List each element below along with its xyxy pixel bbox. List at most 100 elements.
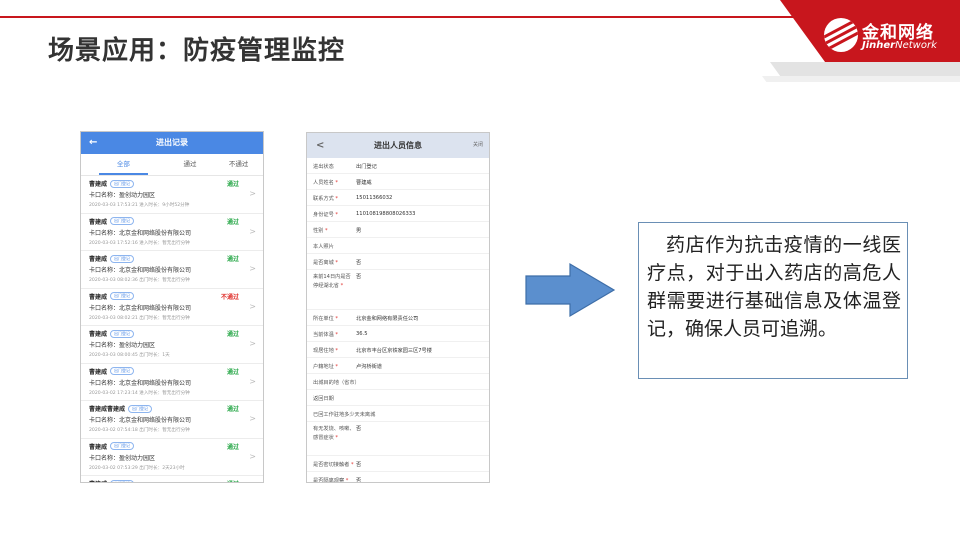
logo-globe-icon [824, 18, 858, 52]
info-header: < 进出人员信息 关闭 [307, 133, 489, 158]
record-meta: 2020-03-03 08:00:45 出门时长：1天 [89, 353, 170, 358]
chevron-right-icon: > [249, 451, 256, 461]
chevron-right-icon: > [249, 264, 256, 273]
record-row[interactable]: 曹建威出门登记通过> [81, 476, 263, 482]
required-mark: * [333, 180, 339, 186]
record-row[interactable]: 曹建威曹建威 出门登记 通过 卡口名称：北京金和网络股份有限公司 2020-03-02 … [81, 401, 263, 439]
field-value[interactable]: 36.5 [356, 331, 368, 337]
info-field-row: 身份证号 * 110108198808026333 [307, 206, 489, 222]
record-checkpoint: 卡口名称：北京金和网络股份有限公司 [89, 417, 192, 424]
info-field-row: 当前体温 * 36.5 [307, 326, 489, 342]
info-field-row: 有无发烧、咳嗽、感冒症状 * 否 [307, 422, 489, 456]
field-value[interactable]: 否 [356, 425, 361, 432]
slide-title: 场景应用：防疫管理监控 [48, 36, 346, 66]
record-row[interactable]: 曹建威 出门登记 通过 卡口名称：盈创动力园区 2020-03-03 17:53:21 … [81, 176, 263, 214]
record-row[interactable]: 曹建威 出门登记 通过 卡口名称：盈创动力园区 2020-03-03 08:00:45 … [81, 326, 263, 364]
record-row[interactable]: 曹建威 出门登记 通过 卡口名称：北京金和网络股份有限公司 2020-03-03 17:… [81, 214, 263, 251]
field-label: 当前体温 * [313, 332, 339, 338]
field-value[interactable]: 北京市丰台区京铁家园三区7号楼 [356, 347, 432, 354]
field-label: 出城目的地（省市） [313, 380, 360, 386]
record-status: 通过 [226, 218, 239, 226]
field-label: 现居住地 * [313, 348, 339, 354]
record-status: 不通过 [220, 293, 239, 301]
info-form: 进出状态 出门登记人员姓名 * 曹建威联系方式 * 15011366032 身份证号 *… [307, 158, 489, 483]
field-label: 返回日期 [313, 396, 334, 402]
field-value[interactable]: 否 [356, 477, 361, 482]
record-name: 曹建威 [89, 218, 108, 226]
record-tag: 出门登记 [110, 479, 135, 482]
field-label: 是否密切接触者 * [313, 462, 354, 468]
records-screenshot: ← 进出记录 全部 通过 不通过 曹建威 出门登记 通过 卡口名称：盈创动力园区 2020-… [80, 131, 264, 483]
info-title: 进出人员信息 [374, 141, 422, 150]
record-meta: 2020-03-02 07:53:29 出门时长：2天23小时 [89, 465, 185, 471]
record-status: 通过 [226, 256, 239, 263]
record-checkpoint: 卡口名称：北京金和网络股份有限公司 [89, 304, 192, 312]
record-checkpoint: 卡口名称：北京金和网络股份有限公司 [89, 379, 192, 387]
field-value[interactable]: 出门登记 [356, 163, 377, 170]
record-tag: 出门登记 [128, 404, 153, 413]
field-label: 来前14日内是否停经湖北省 * [313, 274, 351, 289]
record-tag: 出门登记 [110, 329, 135, 338]
field-value[interactable]: 否 [356, 461, 361, 468]
record-status: 通过 [226, 331, 239, 338]
close-button[interactable]: 关闭 [473, 133, 483, 158]
record-meta: 2020-03-03 17:52:16 进入时长：暂无出行分钟 [89, 240, 190, 246]
field-value[interactable]: 否 [356, 273, 361, 280]
field-value[interactable]: 北京金和网络有限责任公司 [356, 315, 418, 322]
info-field-row: 出城目的地（省市） [307, 374, 489, 390]
record-tag: 出门登记 [110, 179, 135, 188]
record-name: 曹建威 [89, 256, 108, 263]
field-label: 联系方式 * [313, 196, 339, 202]
record-tag: 出门登记 [110, 442, 135, 450]
record-checkpoint: 卡口名称：盈创动力园区 [89, 454, 156, 462]
record-status: 通过 [226, 181, 239, 188]
records-tabs: 全部 通过 不通过 [81, 154, 263, 176]
record-status: 通过 [227, 479, 239, 482]
info-field-row: 已回工作驻地多少天未离城 [307, 406, 489, 422]
info-field-row: 是否密切接触者 * 否 [307, 456, 489, 472]
field-value[interactable]: 110108198808026333 [356, 211, 415, 217]
required-mark: * [333, 316, 339, 322]
field-value[interactable]: 曹建威 [356, 179, 372, 186]
info-field-row: 所在单位 * 北京金和网络有限责任公司 [307, 310, 489, 326]
back-chevron-icon[interactable]: < [316, 133, 324, 158]
record-row[interactable]: 曹建威 出门登记 通过 卡口名称：北京金和网络股份有限公司 2020-03-02 17:… [81, 364, 263, 401]
required-mark: * [333, 196, 339, 202]
records-header: ← 进出记录 [81, 132, 263, 154]
info-field-row: 返回日期 [307, 390, 489, 406]
required-mark: * [333, 260, 339, 266]
record-name: 曹建威曹建威 [89, 406, 126, 413]
required-mark: * [349, 462, 354, 468]
field-label: 人员姓名 * [313, 180, 339, 186]
records-tab[interactable]: 不通过 [214, 154, 263, 175]
field-value[interactable]: 卢沟桥街道 [356, 363, 382, 370]
field-label: 是否离城 * [313, 260, 339, 266]
records-tab[interactable]: 通过 [166, 154, 215, 175]
field-label: 本人照片 [313, 244, 334, 250]
required-mark: * [333, 348, 339, 354]
record-meta: 2020-03-03 17:53:21 进入时长：9小时52分钟 [89, 203, 190, 208]
field-label: 身份证号 * [313, 212, 339, 218]
info-field-row: 进出状态 出门登记 [307, 158, 489, 174]
field-value[interactable]: 否 [356, 259, 361, 266]
record-row[interactable]: 曹建威 出门登记 通过 卡口名称：盈创动力园区 2020-03-02 07:53:29 … [81, 439, 263, 476]
record-checkpoint: 卡口名称：北京金和网络股份有限公司 [89, 267, 192, 274]
back-arrow-icon[interactable]: ← [89, 132, 97, 154]
field-label: 户籍地址 * [313, 364, 339, 370]
record-row[interactable]: 曹建威 出门登记 不通过 卡口名称：北京金和网络股份有限公司 2020-03-03 08… [81, 289, 263, 326]
record-meta: 2020-03-02 17:23:14 进入时长：暂无出行分钟 [89, 390, 190, 396]
record-status: 通过 [226, 368, 239, 376]
chevron-right-icon: > [249, 339, 256, 348]
record-checkpoint: 卡口名称：盈创动力园区 [89, 342, 156, 349]
record-row[interactable]: 曹建威 出门登记 通过卡口名称：北京金和网络股份有限公司 2020-03-03 08:… [81, 251, 263, 289]
record-meta: 2020-03-03 08:02:36 出门时长：暂无出行分钟 [89, 278, 190, 283]
record-tag: 出门登记 [110, 254, 135, 263]
records-tab[interactable]: 全部 [99, 154, 148, 175]
field-value[interactable]: 男 [356, 227, 361, 234]
record-name: 曹建威 [89, 479, 107, 482]
field-label: 有无发烧、咳嗽、感冒症状 * [313, 426, 355, 441]
field-value[interactable]: 15011366032 [356, 195, 392, 201]
field-label: 是否隔离观察 * [313, 478, 349, 483]
required-mark: * [333, 332, 339, 338]
info-field-row: 现居住地 * 北京市丰台区京铁家园三区7号楼 [307, 342, 489, 358]
